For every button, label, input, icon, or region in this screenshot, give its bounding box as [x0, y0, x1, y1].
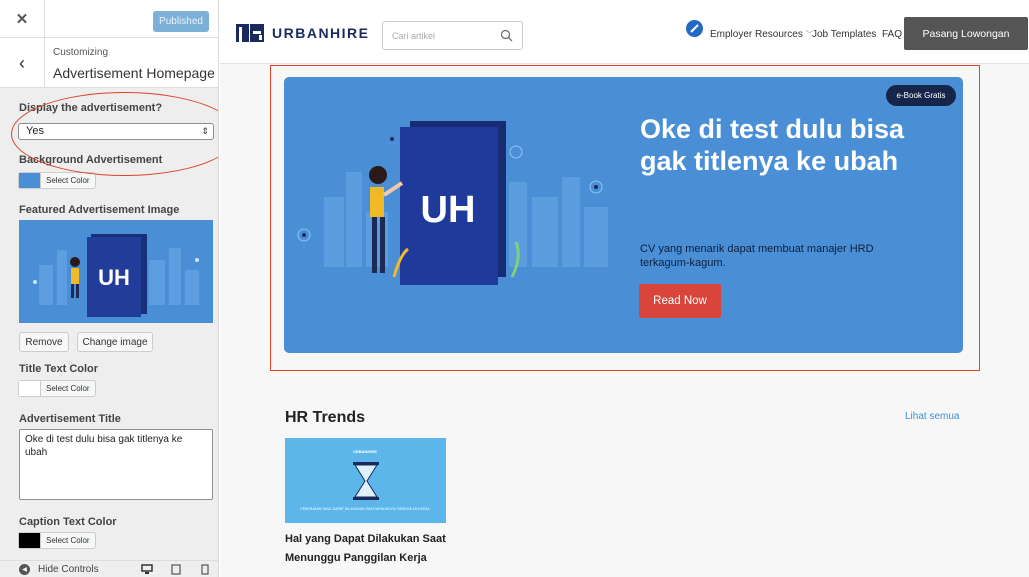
hr-trends-heading: HR Trends: [285, 409, 366, 426]
site-preview: URBANHIRE Employer Resources ﹀ Job Templ…: [220, 0, 1029, 577]
article-title[interactable]: Hal yang Dapat Dilakukan Saat Menunggu P…: [285, 530, 455, 568]
caption-color-button[interactable]: Select Color: [18, 532, 96, 549]
svg-text:UH: UH: [421, 189, 476, 231]
search-box: [382, 21, 523, 50]
thumb-caption: PEKERJAAN YANG DAPAT DILAKUKAN SAAT MENU…: [300, 507, 430, 511]
article-thumbnail[interactable]: URBANHIRE PEKERJAAN YANG DAPAT DILAKUKAN…: [285, 438, 446, 523]
customizer-header: ✕ Published: [0, 0, 218, 38]
search-icon[interactable]: [500, 29, 513, 42]
banner-caption: CV yang menarik dapat membuat manajer HR…: [640, 243, 874, 269]
mobile-icon[interactable]: [201, 564, 209, 575]
collapse-icon[interactable]: ◀: [19, 564, 30, 575]
title-color-button-label: Select Color: [46, 384, 90, 393]
customizer-sidebar: ✕ Published ‹ Customizing Advertisement …: [0, 0, 219, 577]
banner-illustration: UH: [297, 121, 608, 285]
hide-controls-button[interactable]: Hide Controls: [38, 564, 99, 575]
read-now-button[interactable]: Read Now: [639, 284, 721, 318]
ad-title-label: Advertisement Title: [19, 413, 121, 425]
see-all-link[interactable]: Lihat semua: [905, 411, 959, 422]
section-title: Advertisement Homepage: [53, 65, 215, 81]
search-input[interactable]: [384, 23, 494, 48]
site-header: URBANHIRE Employer Resources ﹀ Job Templ…: [220, 0, 1029, 64]
title-color-swatch: [19, 381, 41, 396]
banner-title: Oke di test dulu bisa gak titlenya ke ub…: [640, 114, 905, 176]
background-color-button-label: Select Color: [46, 176, 90, 185]
desktop-icon[interactable]: [141, 564, 153, 575]
back-icon[interactable]: ‹: [0, 38, 45, 88]
logo-text[interactable]: URBANHIRE: [272, 25, 370, 41]
breadcrumb: Customizing: [53, 47, 109, 58]
remove-image-button[interactable]: Remove: [19, 332, 69, 352]
featured-image-label: Featured Advertisement Image: [19, 204, 180, 216]
edit-pencil-icon[interactable]: [686, 20, 703, 37]
advertisement-banner[interactable]: UH e-Book Gratis Oke di test dulu bisa g…: [284, 77, 963, 353]
thumb-brand: URBANHIRE: [353, 449, 377, 454]
post-job-button[interactable]: Pasang Lowongan: [904, 17, 1028, 50]
close-icon[interactable]: ✕: [0, 0, 45, 38]
tablet-icon[interactable]: [171, 564, 181, 575]
ad-title-textarea[interactable]: Oke di test dulu bisa gak titlenya ke ub…: [19, 429, 213, 500]
publish-button[interactable]: Published: [153, 11, 209, 32]
svg-text:UH: UH: [98, 265, 130, 290]
customizer-footer: ◀ Hide Controls: [0, 560, 218, 577]
nav-faq[interactable]: FAQ: [882, 29, 902, 40]
nav-job-templates[interactable]: Job Templates: [812, 29, 876, 40]
featured-image-preview[interactable]: UH: [19, 220, 213, 323]
section-header: ‹ Customizing Advertisement Homepage: [0, 38, 218, 88]
background-color-swatch: [19, 173, 41, 188]
caption-color-button-label: Select Color: [46, 536, 90, 545]
caption-color-swatch: [19, 533, 41, 548]
background-color-button[interactable]: Select Color: [18, 172, 96, 189]
nav-employer-resources[interactable]: Employer Resources ﹀: [710, 29, 814, 40]
title-color-label: Title Text Color: [19, 363, 99, 375]
urbanhire-logo-icon[interactable]: [236, 24, 268, 42]
nav-employer-label: Employer Resources: [710, 29, 803, 40]
title-color-button[interactable]: Select Color: [18, 380, 96, 397]
caption-color-label: Caption Text Color: [19, 516, 117, 528]
ebook-badge: e-Book Gratis: [886, 85, 956, 106]
change-image-button[interactable]: Change image: [77, 332, 153, 352]
